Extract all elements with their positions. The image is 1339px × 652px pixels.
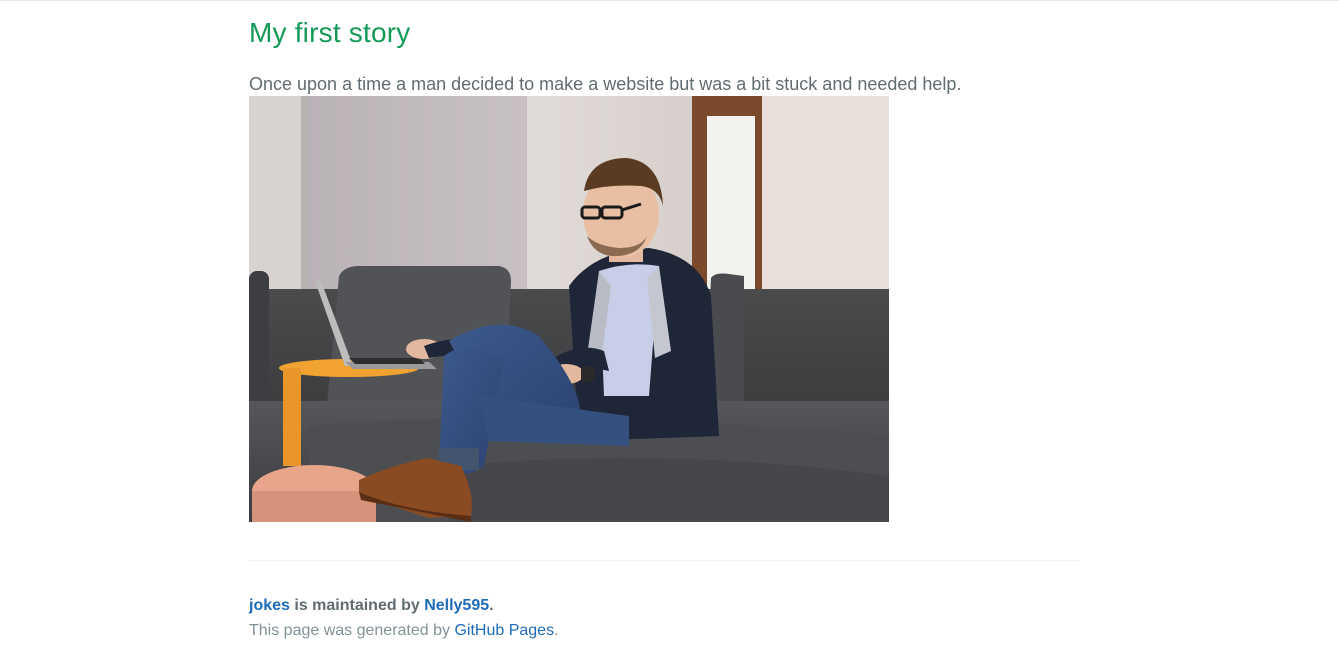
- credits-prefix: This page was generated by: [249, 622, 455, 639]
- owner-suffix: .: [489, 597, 494, 614]
- footer-credits-line: This page was generated by GitHub Pages.: [249, 620, 1080, 642]
- github-pages-link[interactable]: GitHub Pages: [454, 622, 554, 639]
- site-footer: jokes is maintained by Nelly595. This pa…: [249, 560, 1080, 642]
- owner-link[interactable]: Nelly595: [424, 597, 489, 614]
- story-paragraph: Once upon a time a man decided to make a…: [249, 74, 962, 94]
- project-link[interactable]: jokes: [249, 597, 290, 614]
- story-title: My first story: [249, 17, 411, 48]
- story-photo: [249, 96, 889, 522]
- maintained-by-text: is maintained by: [289, 597, 425, 614]
- footer-owner-line: jokes is maintained by Nelly595.: [249, 595, 1080, 617]
- main-content: My first story Once upon a time a man de…: [249, 14, 1080, 522]
- credits-suffix: .: [554, 622, 559, 639]
- top-divider: [0, 0, 1339, 1]
